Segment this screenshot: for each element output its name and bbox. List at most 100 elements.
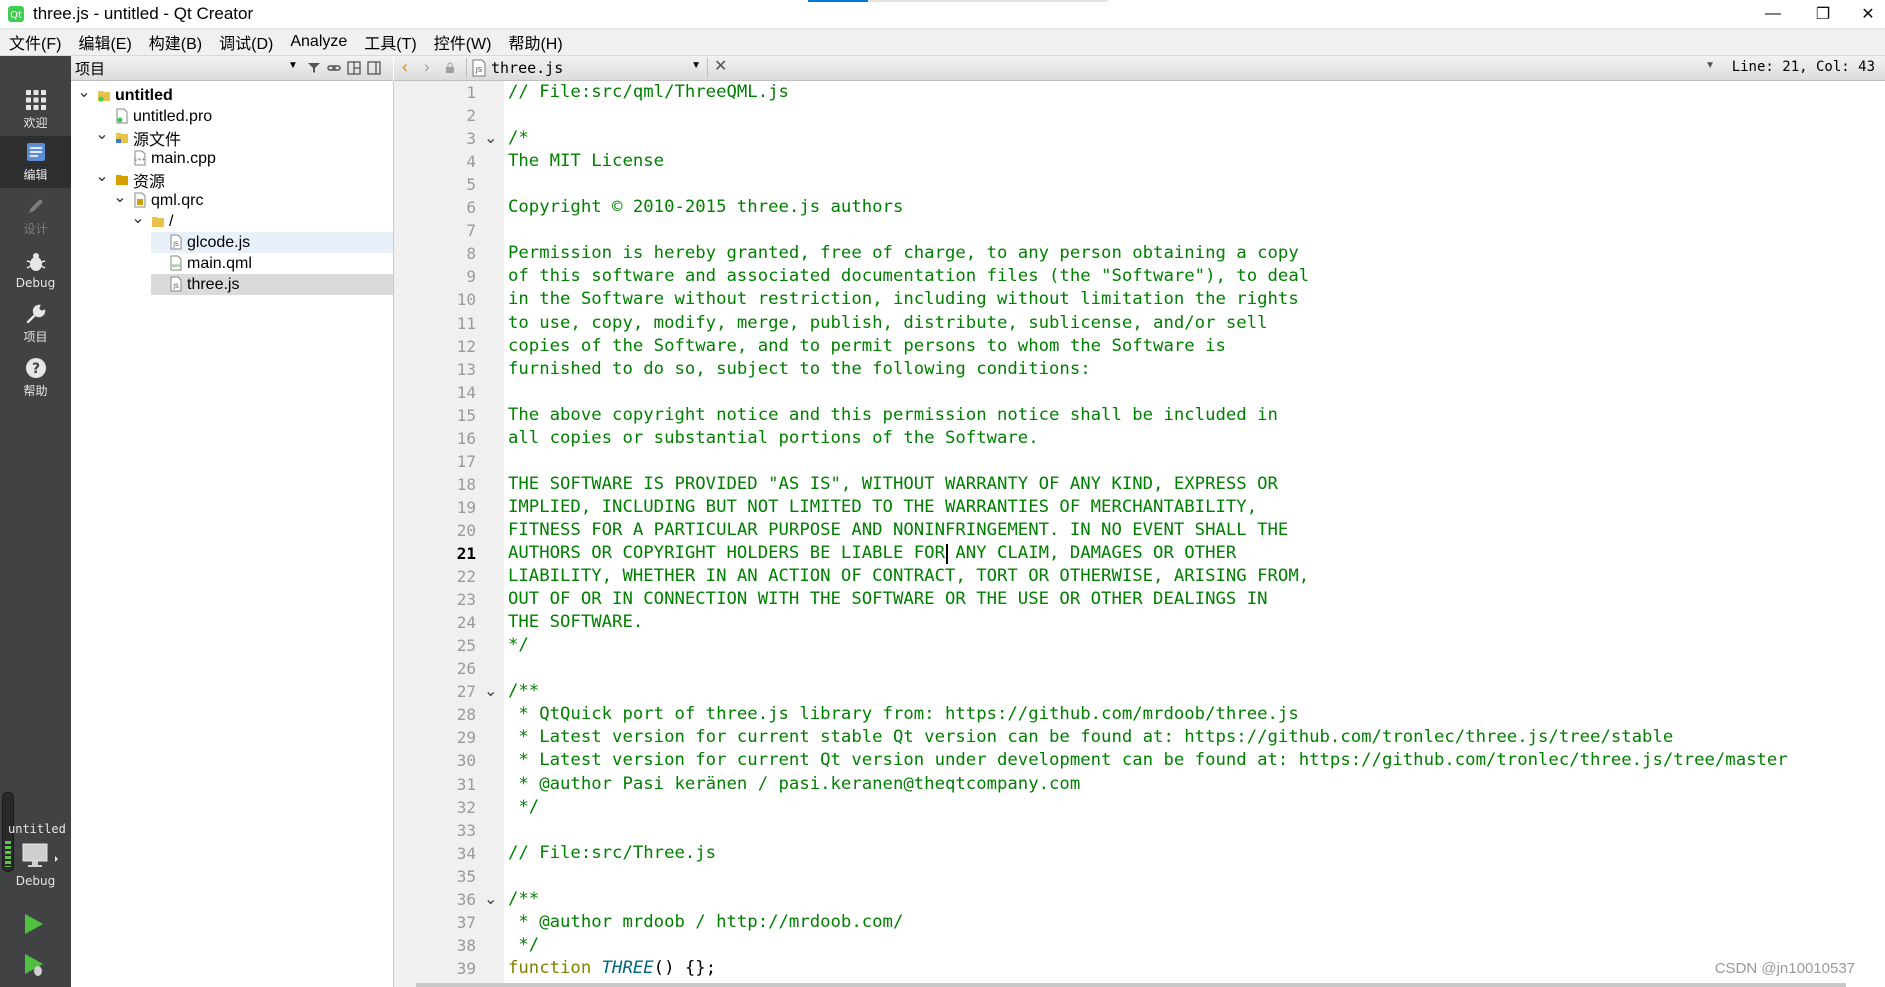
restore-button[interactable]: ❐ bbox=[1800, 0, 1846, 28]
svg-text:c++: c++ bbox=[134, 157, 145, 163]
close-panel-icon[interactable] bbox=[367, 61, 381, 75]
menu-tools[interactable]: 工具(T) bbox=[355, 30, 424, 54]
link-icon[interactable] bbox=[327, 61, 341, 75]
tree-item[interactable]: ⌄ 源文件 bbox=[71, 126, 393, 149]
fold-marker-icon[interactable]: ⌄ bbox=[484, 680, 498, 703]
code-line: IMPLIED, INCLUDING BUT NOT LIMITED TO TH… bbox=[508, 496, 1258, 517]
line-number: 15 bbox=[456, 405, 476, 425]
mode-debug[interactable]: Debug bbox=[0, 244, 71, 296]
fold-marker-icon[interactable]: ⌄ bbox=[484, 888, 498, 911]
line-number: 10 bbox=[456, 290, 476, 310]
menu-analyze[interactable]: Analyze bbox=[281, 33, 355, 51]
fold-marker-icon[interactable]: ⌄ bbox=[484, 127, 498, 150]
forward-arrow-icon[interactable]: › bbox=[424, 57, 430, 77]
code-line: furnished to do so, subject to the follo… bbox=[508, 358, 1091, 379]
menu-widgets[interactable]: 控件(W) bbox=[425, 30, 500, 54]
svg-text:qml: qml bbox=[172, 263, 181, 269]
tree-item-label: 资源 bbox=[133, 173, 166, 191]
svg-text:JS: JS bbox=[172, 283, 179, 290]
minimize-button[interactable]: — bbox=[1750, 0, 1796, 28]
line-number: 36 bbox=[456, 889, 476, 909]
line-number: 4 bbox=[466, 152, 476, 172]
mode-help[interactable]: ? 帮助 bbox=[0, 352, 71, 404]
position-dropdown-icon[interactable]: ▼ bbox=[1705, 60, 1715, 71]
project-icon bbox=[98, 91, 110, 102]
code-line: function THREE() {}; bbox=[508, 957, 716, 980]
monitor-icon bbox=[22, 843, 58, 867]
code-line: /* bbox=[508, 128, 529, 149]
horizontal-scrollbar[interactable] bbox=[416, 983, 1846, 987]
line-number: 16 bbox=[456, 428, 476, 448]
expand-arrow-icon[interactable]: ⌄ bbox=[113, 189, 127, 206]
tree-item[interactable]: JS three.js bbox=[151, 274, 393, 295]
svg-text:JS: JS bbox=[475, 66, 483, 74]
line-number: 9 bbox=[466, 267, 476, 287]
tree-item[interactable]: untitled.pro bbox=[71, 106, 393, 127]
view-dropdown-icon[interactable]: ▼ bbox=[288, 60, 298, 71]
line-number: 31 bbox=[456, 774, 476, 794]
code-line: all copies or substantial portions of th… bbox=[508, 427, 1039, 448]
tree-item[interactable]: ⌄ / bbox=[71, 210, 393, 232]
tree-item[interactable]: ⌄ qml.qrc bbox=[71, 189, 393, 211]
keyword: function bbox=[508, 957, 592, 978]
menu-debug[interactable]: 调试(D) bbox=[210, 30, 281, 54]
editor-toolbar: ‹ › JS three.js ▼ ✕ ▼ Line: 21, Col: 43 bbox=[394, 56, 1885, 81]
menu-edit[interactable]: 编辑(E) bbox=[69, 30, 139, 54]
close-button[interactable]: ✕ bbox=[1845, 0, 1885, 28]
code-line: AUTHORS OR COPYRIGHT HOLDERS BE LIABLE F… bbox=[508, 543, 1237, 563]
menu-help[interactable]: 帮助(H) bbox=[499, 30, 570, 54]
bug-icon bbox=[26, 252, 45, 271]
code-line: Permission is hereby granted, free of ch… bbox=[508, 243, 1299, 264]
window-title: three.js - untitled - Qt Creator bbox=[33, 4, 254, 23]
expand-arrow-icon[interactable]: ⌄ bbox=[77, 84, 91, 101]
mode-label: 项目 bbox=[23, 330, 48, 344]
qml-file-icon: qml bbox=[170, 255, 182, 271]
expand-arrow-icon[interactable]: ⌄ bbox=[95, 126, 109, 143]
kit-selector[interactable] bbox=[20, 842, 60, 870]
split-icon[interactable] bbox=[347, 61, 361, 75]
title-accent-grey bbox=[868, 0, 1108, 2]
title-bar: Qt three.js - untitled - Qt Creator — ❐ … bbox=[0, 0, 1885, 29]
tree-item[interactable]: ⌄ untitled bbox=[71, 84, 393, 106]
debug-run-button[interactable] bbox=[22, 952, 46, 983]
line-number: 5 bbox=[466, 175, 476, 195]
open-file-selector[interactable]: JS three.js ▼ bbox=[466, 58, 708, 78]
menu-build[interactable]: 构建(B) bbox=[140, 30, 210, 54]
code-line: * QtQuick port of three.js library from:… bbox=[508, 704, 1299, 725]
code-line: // File:src/qml/ThreeQML.js bbox=[508, 82, 789, 102]
run-button[interactable] bbox=[22, 912, 46, 941]
tree-item[interactable]: qml main.qml bbox=[71, 253, 393, 274]
mode-design[interactable]: 设计 bbox=[0, 190, 71, 242]
tree-item[interactable]: c++ main.cpp bbox=[71, 148, 393, 169]
tree-item-label: untitled.pro bbox=[133, 107, 213, 125]
code-line: of this software and associated document… bbox=[508, 266, 1310, 287]
project-panel-title: 项目 bbox=[75, 60, 106, 78]
line-number: 35 bbox=[456, 866, 476, 886]
mode-projects[interactable]: 项目 bbox=[0, 298, 71, 350]
pencil-icon bbox=[28, 199, 43, 213]
project-panel-toolbar: 项目 ▼ bbox=[71, 56, 393, 81]
mode-welcome[interactable]: 欢迎 bbox=[0, 84, 71, 136]
tree-item[interactable]: JS glcode.js bbox=[151, 232, 393, 253]
mode-label: 设计 bbox=[23, 222, 48, 236]
mode-label: 编辑 bbox=[23, 168, 48, 182]
close-file-icon[interactable]: ✕ bbox=[714, 56, 727, 76]
filter-icon[interactable] bbox=[307, 61, 321, 75]
expand-arrow-icon[interactable]: ⌄ bbox=[95, 168, 109, 185]
line-number: 32 bbox=[456, 797, 476, 817]
mode-edit[interactable]: 编辑 bbox=[0, 136, 71, 188]
cursor-position: Line: 21, Col: 43 bbox=[1731, 59, 1875, 75]
grid-icon bbox=[25, 90, 46, 110]
tree-item-label: untitled bbox=[115, 86, 173, 104]
svg-text:?: ? bbox=[31, 361, 39, 377]
menu-file[interactable]: 文件(F) bbox=[0, 30, 69, 54]
line-number: 18 bbox=[456, 474, 476, 494]
expand-arrow-icon[interactable]: ⌄ bbox=[131, 210, 145, 227]
back-arrow-icon[interactable]: ‹ bbox=[402, 57, 408, 77]
code-line: The MIT License bbox=[508, 151, 665, 172]
mode-label: Debug bbox=[15, 275, 56, 290]
line-number: 21 bbox=[456, 544, 476, 563]
svg-text:Qt: Qt bbox=[10, 10, 22, 21]
code-line: The above copyright notice and this perm… bbox=[508, 404, 1278, 425]
line-number: 11 bbox=[456, 313, 476, 333]
